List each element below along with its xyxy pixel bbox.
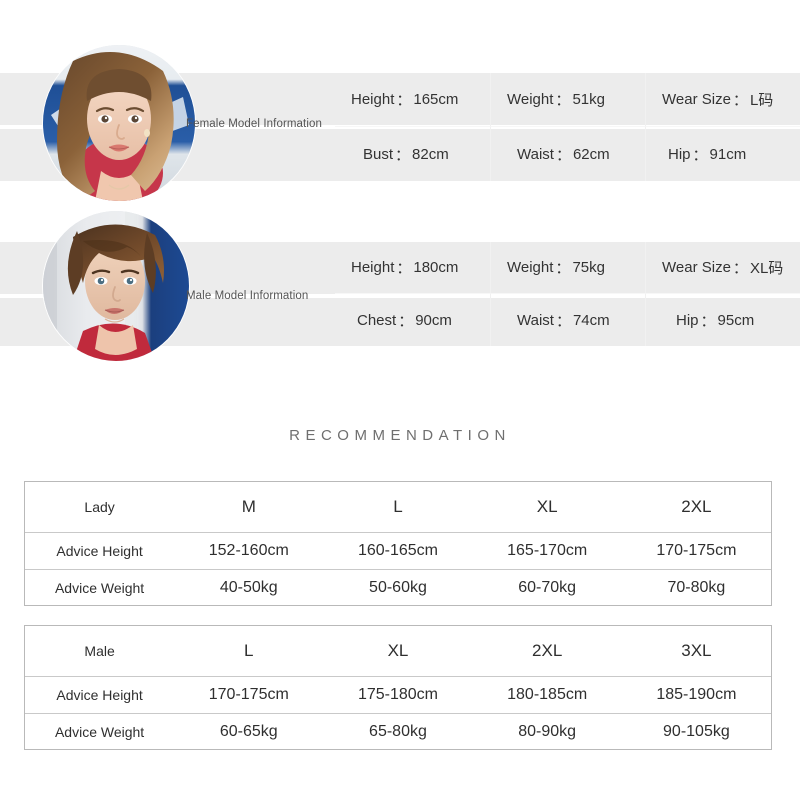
cell-advice-weight-3xl: 90-105kg [621,712,771,751]
info-cell-waist: Waist： 74cm [490,294,645,346]
row-label-advice-weight: Advice Weight [25,712,175,751]
info-value-waist: 74cm [572,311,610,329]
info-cell-height: Height： 180cm [335,242,490,294]
info-value-weight: 75kg [572,259,605,276]
info-value-hip: 95cm [717,311,755,329]
size-table-lady: Lady M L XL 2XL Advice Height 152-160cm … [24,481,772,607]
size-table-male: Male L XL 2XL 3XL Advice Height 170-175c… [24,625,772,751]
info-cell-weight: Weight： 75kg [490,242,645,294]
male-model-avatar [43,211,189,361]
info-separator: ： [555,312,571,330]
table-header-row: Male L XL 2XL 3XL [25,626,771,676]
cell-advice-weight-l: 50-60kg [323,568,473,607]
info-separator: ： [398,312,414,330]
cell-advice-height-3xl: 185-190cm [621,675,771,713]
info-label-waist: Waist [517,311,554,329]
table-header-cell-xl: XL [387,640,409,660]
cell-advice-height-l: 160-165cm [323,531,473,569]
info-value-chest: 90cm [415,311,452,329]
info-label-wear-size: Wear Size [662,259,731,276]
model-caption-male: Male Model Information [186,290,309,302]
table-header-cell-2xl: 2XL [532,640,563,660]
info-label-hip: Hip [676,311,699,329]
table-row: Advice Weight 60-65kg 65-80kg 80-90kg 90… [25,712,771,751]
info-separator: ： [555,260,571,277]
model-info-block-male: Male Model Information Height： 180cm Weig… [0,0,800,380]
table-header-cell-l: L [244,640,254,660]
row-label-advice-weight: Advice Weight [25,568,175,607]
cell-advice-weight-m: 40-50kg [174,568,324,607]
table-header-cell-2xl: 2XL [681,496,712,516]
recommendation-heading: RECOMMENDATION [289,427,511,444]
info-cell-hip: Hip： 95cm [645,294,800,346]
table-row: Advice Weight 40-50kg 50-60kg 60-70kg 70… [25,568,771,607]
row-label-advice-height: Advice Height [25,675,175,713]
table-header-cell-3xl: 3XL [681,640,712,660]
info-separator: ： [732,260,748,277]
cell-advice-weight-2xl: 80-90kg [472,712,622,751]
cell-advice-weight-xl: 60-70kg [472,568,622,607]
cell-advice-weight-2xl: 70-80kg [621,568,771,607]
size-table-male-grid: Male L XL 2XL 3XL Advice Height 170-175c… [25,626,771,751]
model-info-grid-male: Height： 180cm Weight： 75kg Wear Size： XL码 C… [335,242,800,346]
table-header-cell-xl: XL [536,496,558,516]
male-model-photo [43,211,189,361]
cell-advice-height-m: 152-160cm [174,531,324,569]
info-value-wear-size: XL码 [749,260,784,277]
table-header-cell-lady: Lady [84,498,115,515]
row-label-advice-height: Advice Height [25,531,175,569]
cell-advice-weight-xl: 65-80kg [323,712,473,751]
info-cell-wear-size: Wear Size： XL码 [645,242,800,294]
cell-advice-height-xl: 165-170cm [472,531,622,569]
cell-advice-height-2xl: 180-185cm [472,675,622,713]
table-header-cell-male: Male [84,642,115,659]
cell-advice-weight-l: 60-65kg [174,712,324,751]
size-table-lady-grid: Lady M L XL 2XL Advice Height 152-160cm … [25,482,771,607]
info-cell-chest: Chest： 90cm [335,294,490,346]
info-separator: ： [396,260,412,277]
table-header-row: Lady M L XL 2XL [25,482,771,532]
info-label-height: Height [351,259,395,276]
table-header-cell-l: L [393,496,403,516]
table-row: Advice Height 170-175cm 175-180cm 180-18… [25,675,771,713]
cell-advice-height-l: 170-175cm [174,675,324,713]
cell-advice-height-2xl: 170-175cm [621,531,771,569]
table-row: Advice Height 152-160cm 160-165cm 165-17… [25,531,771,569]
table-header-cell-m: M [241,496,256,516]
info-value-height: 180cm [413,259,459,276]
info-label-weight: Weight [507,259,554,276]
cell-advice-height-xl: 175-180cm [323,675,473,713]
info-separator: ： [700,312,716,330]
info-label-chest: Chest [357,311,397,329]
